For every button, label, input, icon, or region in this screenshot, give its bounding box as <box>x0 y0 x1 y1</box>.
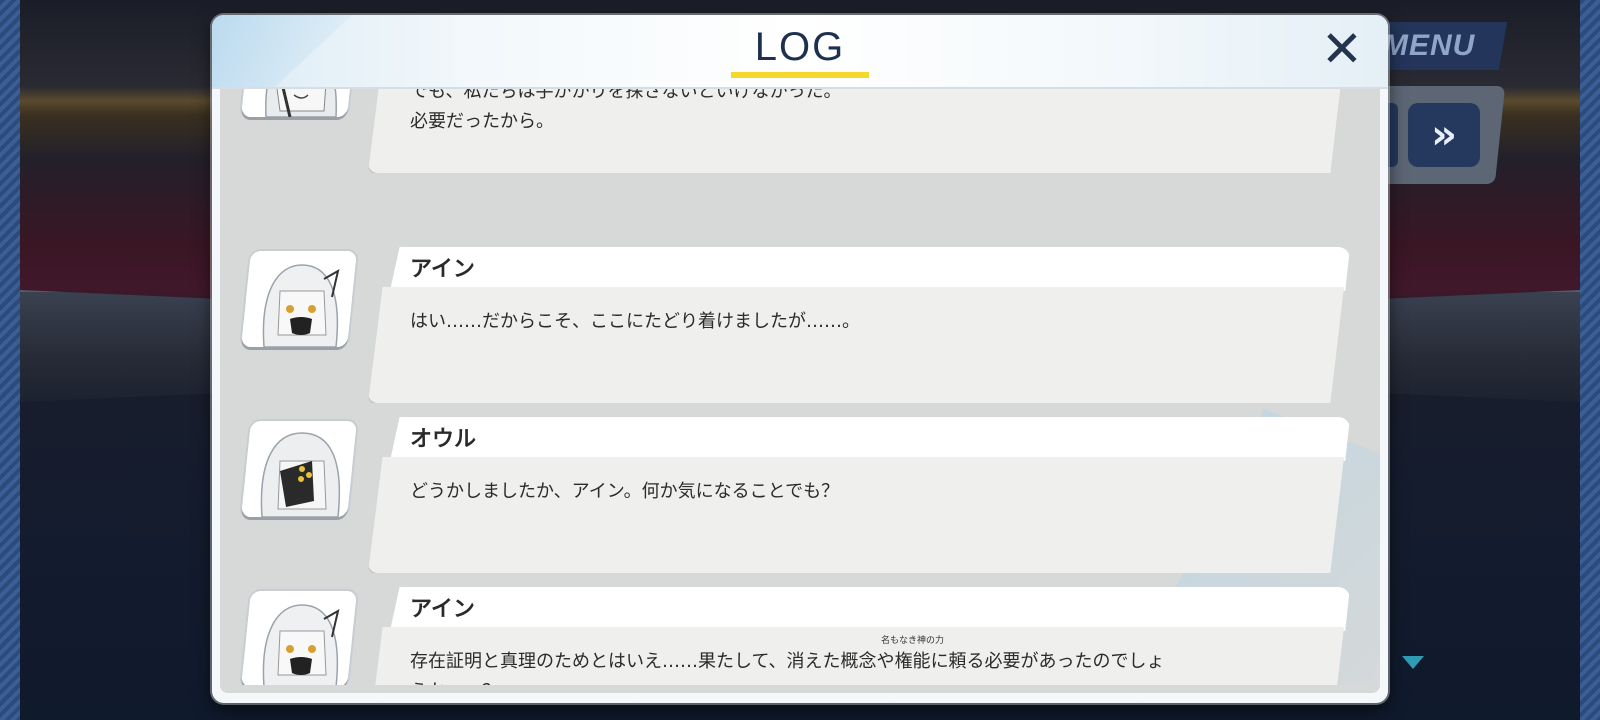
speaker-bubble <box>390 587 1350 631</box>
dialogue-bubble <box>368 457 1344 573</box>
dialogue-line: 必要だったから。 <box>410 111 554 132</box>
log-entry: でも、私たちは手がかりを探さないといけなかった。 必要だったから。 <box>220 89 1380 177</box>
owl-portrait-icon <box>240 89 358 117</box>
speaker-name: アイン <box>410 257 475 282</box>
dialogue-line: でも、私たちは手がかりを探さないといけなかった。 <box>410 89 842 102</box>
log-title: LOG <box>754 25 846 69</box>
ruby-text: 名もなき神の力 <box>881 636 945 646</box>
ein-portrait-icon <box>240 591 358 687</box>
log-entry: アイン 存在証明と真理のためとはいえ……果たして、消えた概念や 名もなき神の力 権能… <box>220 587 1380 693</box>
skip-button[interactable]: » <box>1408 103 1480 167</box>
log-entry: オウル どうかしましたか、アイン。何か気になることでも？ <box>220 417 1380 577</box>
log-dialog: LOG ✕ でも、私たちは手がかりを探さないといけなかった。 必要だったから。 … <box>212 15 1388 703</box>
left-border-stripe <box>0 0 20 720</box>
dialogue-line: 存在証明と真理のためとはいえ……果たして、消えた概念や 名もなき神の力 権能に頼る必… <box>410 636 1165 673</box>
ruby-annotation: 名もなき神の力 権能 <box>881 636 944 673</box>
right-border-stripe <box>1580 0 1600 720</box>
dialogue-line: はい……だからこそ、ここにたどり着けましたが……。 <box>410 311 860 332</box>
menu-button-label: MENU <box>1382 29 1476 62</box>
fast-forward-icon: » <box>1431 112 1457 158</box>
ein-portrait-icon <box>240 251 358 347</box>
log-scroll-area[interactable]: でも、私たちは手がかりを探さないといけなかった。 必要だったから。 アイン はい… <box>220 89 1380 693</box>
speaker-name: アイン <box>410 597 475 622</box>
ein-portrait-image <box>246 591 352 687</box>
speaker-bubble <box>390 417 1350 461</box>
owl-portrait-icon <box>240 421 358 517</box>
close-button[interactable]: ✕ <box>1316 23 1368 75</box>
dialogue-text: 存在証明と真理のためとはいえ……果たして、消えた概念や <box>410 651 895 672</box>
scroll-bottom-edge <box>220 685 1380 693</box>
title-underline <box>731 72 869 78</box>
dialogue-line: どうかしましたか、アイン。何か気になることでも？ <box>410 481 840 502</box>
background-machinery-left <box>20 290 220 402</box>
log-entry: アイン はい……だからこそ、ここにたどり着けましたが……。 <box>220 247 1380 407</box>
ruby-base: 権能 <box>894 651 931 672</box>
owl-masked-portrait-image <box>246 421 352 517</box>
background-machinery-right <box>1380 290 1580 402</box>
close-icon: ✕ <box>1321 20 1363 78</box>
dialogue-bubble <box>368 287 1344 403</box>
log-header: LOG ✕ <box>212 15 1388 89</box>
dialogue-text: に頼る必要があったのでしょ <box>930 651 1165 672</box>
owl-portrait-image <box>246 89 352 117</box>
speaker-bubble <box>390 247 1350 291</box>
advance-indicator-icon <box>1402 656 1424 669</box>
ein-portrait-image <box>246 251 352 347</box>
speaker-name: オウル <box>410 427 477 452</box>
